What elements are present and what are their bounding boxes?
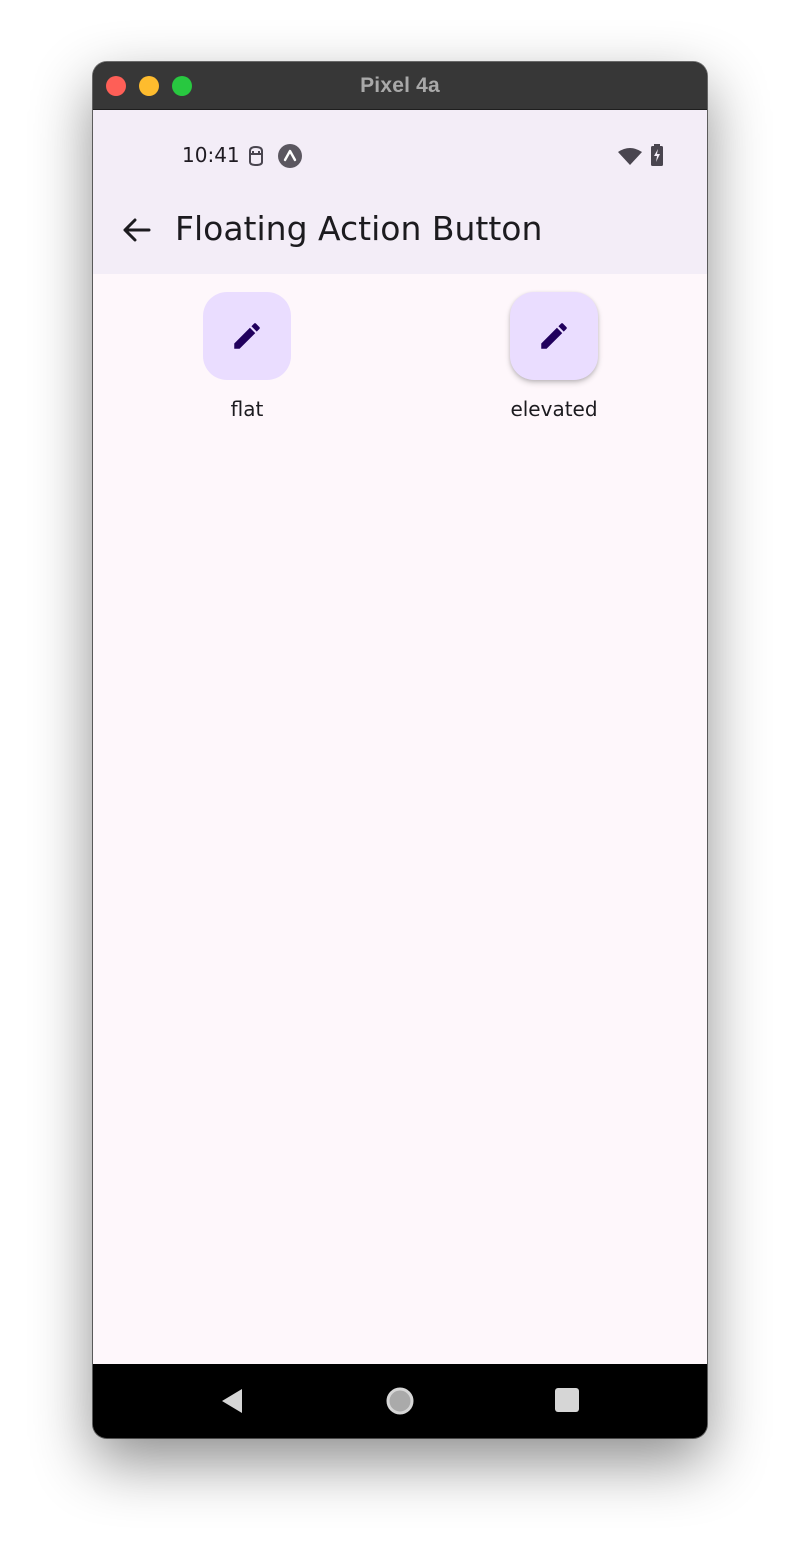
- system-navigation-bar: [93, 1364, 707, 1438]
- page-title: Floating Action Button: [175, 209, 543, 248]
- window-titlebar: Pixel 4a: [93, 62, 707, 110]
- recents-square-icon[interactable]: [554, 1386, 580, 1414]
- elevated-fab-button[interactable]: [510, 292, 598, 380]
- flat-fab-button[interactable]: [203, 292, 291, 380]
- top-app-bar: 10:41 Floating Action Button: [93, 110, 707, 274]
- wifi-icon: [618, 148, 642, 165]
- app-notification-icon: [278, 144, 302, 168]
- home-circle-icon[interactable]: [385, 1386, 415, 1416]
- window-title: Pixel 4a: [360, 74, 440, 97]
- battery-charging-icon: [651, 144, 663, 166]
- back-arrow-icon[interactable]: [117, 210, 157, 250]
- back-triangle-icon[interactable]: [218, 1386, 246, 1416]
- edit-pencil-icon: [541, 323, 567, 349]
- device-screen: 10:41 Floating Action Button flat elevat…: [93, 110, 707, 1364]
- status-time: 10:41: [182, 143, 240, 167]
- flat-fab-label: flat: [230, 397, 264, 421]
- edit-pencil-icon: [234, 323, 260, 349]
- elevated-fab-label: elevated: [510, 397, 598, 421]
- emulator-window: Pixel 4a 10:41 Floating Action Button fl…: [93, 62, 707, 1438]
- sim-card-icon: [249, 145, 263, 167]
